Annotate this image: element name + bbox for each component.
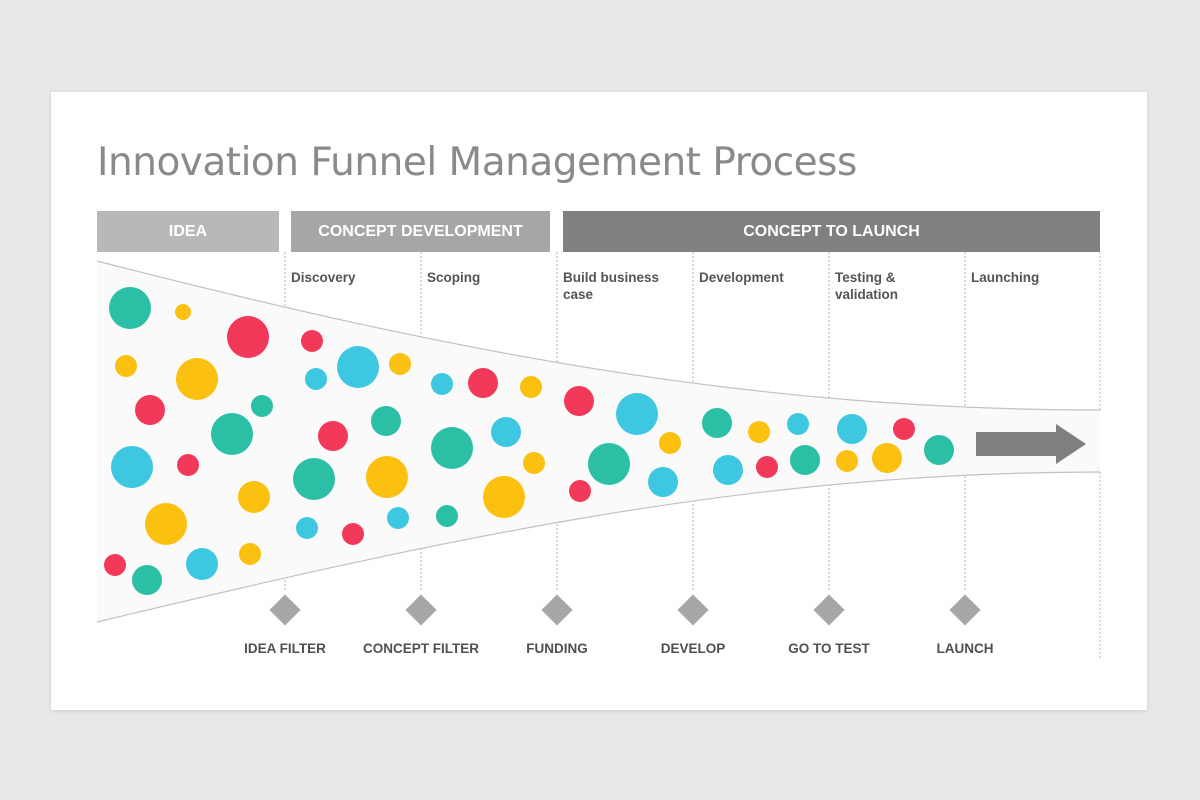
development-bubble: [756, 456, 778, 478]
discovery-bubble: [371, 406, 401, 436]
business-case-bubble: [616, 393, 658, 435]
diamond-icon: [949, 594, 981, 626]
idea-bubble: [145, 503, 187, 545]
diamond-icon: [813, 594, 845, 626]
idea-bubble: [186, 548, 218, 580]
business-case-bubble: [564, 386, 594, 416]
diamond-icon: [405, 594, 437, 626]
discovery-bubble: [389, 353, 411, 375]
slide: Innovation Funnel Management Process IDE…: [51, 92, 1147, 710]
scoping-bubble: [523, 452, 545, 474]
discovery-bubble: [293, 458, 335, 500]
testing-bubble: [836, 450, 858, 472]
gate-develop: DEVELOP: [660, 641, 726, 656]
idea-bubble: [109, 287, 151, 329]
step-scoping: Scoping: [427, 270, 481, 285]
idea-bubble: [175, 304, 191, 320]
scoping-bubble: [483, 476, 525, 518]
testing-bubble: [872, 443, 902, 473]
diamond-icon: [269, 594, 301, 626]
scoping-bubble: [491, 417, 521, 447]
idea-bubble: [251, 395, 273, 417]
development-bubble: [748, 421, 770, 443]
discovery-bubble: [301, 330, 323, 352]
business-case-bubble: [569, 480, 591, 502]
diamond-icon: [541, 594, 573, 626]
development-bubble: [787, 413, 809, 435]
gate-go-to-test: GO TO TEST: [788, 641, 870, 656]
gate-idea-filter: IDEA FILTER: [244, 641, 326, 656]
diamond-icon: [677, 594, 709, 626]
discovery-bubble: [337, 346, 379, 388]
scoping-bubble: [431, 427, 473, 469]
discovery-bubble: [387, 507, 409, 529]
discovery-bubble: [296, 517, 318, 539]
gate-launch: LAUNCH: [936, 641, 994, 656]
step-launching: Launching: [971, 270, 1040, 285]
scoping-bubble: [436, 505, 458, 527]
idea-bubble: [177, 454, 199, 476]
gate-concept-filter: CONCEPT FILTER: [363, 641, 479, 656]
idea-bubble: [239, 543, 261, 565]
discovery-bubble: [366, 456, 408, 498]
idea-bubble: [104, 554, 126, 576]
discovery-bubble: [342, 523, 364, 545]
discovery-bubble: [305, 368, 327, 390]
testing-bubble: [924, 435, 954, 465]
step-development: Development: [699, 270, 784, 285]
scoping-bubble: [468, 368, 498, 398]
idea-bubble: [132, 565, 162, 595]
idea-bubble: [227, 316, 269, 358]
gate-funding: FUNDING: [526, 641, 588, 656]
step-testing-validation: Testing & validation: [835, 270, 899, 302]
scoping-bubble: [431, 373, 453, 395]
development-bubble: [713, 455, 743, 485]
idea-bubble: [211, 413, 253, 455]
business-case-bubble: [648, 467, 678, 497]
idea-bubble: [115, 355, 137, 377]
discovery-bubble: [318, 421, 348, 451]
step-build-business-case: Build business case: [563, 270, 660, 302]
testing-bubble: [893, 418, 915, 440]
development-bubble: [790, 445, 820, 475]
testing-bubble: [837, 414, 867, 444]
business-case-bubble: [588, 443, 630, 485]
step-discovery: Discovery: [291, 270, 356, 285]
idea-bubble: [111, 446, 153, 488]
idea-bubble: [135, 395, 165, 425]
idea-bubble: [176, 358, 218, 400]
scoping-bubble: [520, 376, 542, 398]
development-bubble: [702, 408, 732, 438]
gate-diamonds: [269, 594, 981, 626]
business-case-bubble: [659, 432, 681, 454]
idea-bubble: [238, 481, 270, 513]
funnel-diagram: [96, 252, 1101, 660]
